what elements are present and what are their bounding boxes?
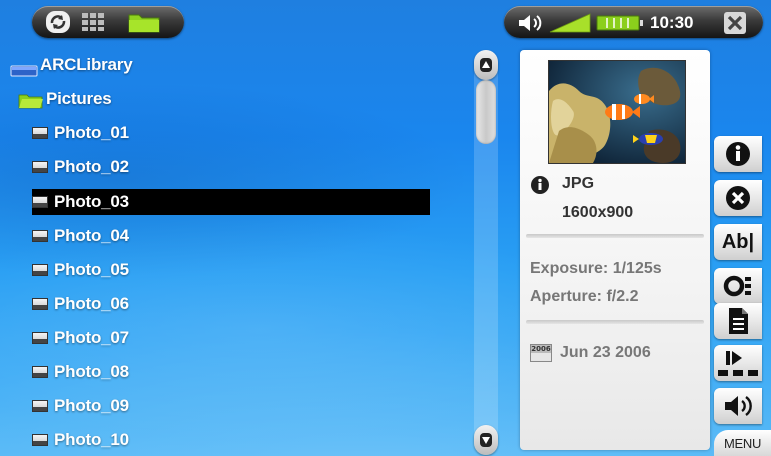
aperture-value: f/2.2 <box>606 288 639 305</box>
scroll-up-button[interactable] <box>474 50 498 80</box>
file-label: Photo_02 <box>54 157 129 176</box>
delete-button[interactable] <box>714 180 762 216</box>
photo-thumbnail <box>548 60 686 164</box>
exposure-label: Exposure: <box>530 260 609 277</box>
image-file-icon <box>32 400 48 412</box>
file-item[interactable]: Photo_10 <box>32 427 129 453</box>
exposure-row: Exposure: 1/125s <box>530 260 662 278</box>
sound-icon <box>725 396 752 416</box>
file-item[interactable]: Photo_08 <box>32 359 129 385</box>
file-label: Photo_05 <box>54 260 129 279</box>
folder-open-icon <box>18 91 44 109</box>
aperture-label: Aperture: <box>530 288 603 305</box>
image-file-icon <box>32 298 48 310</box>
menu-button[interactable]: MENU <box>714 430 771 456</box>
file-label: Photo_08 <box>54 362 129 381</box>
file-label: Photo_06 <box>54 294 129 313</box>
arrow-down-icon <box>480 433 492 447</box>
info-button[interactable] <box>714 136 762 172</box>
rename-label: Ab| <box>721 230 755 253</box>
file-label: Photo_10 <box>54 430 129 449</box>
slideshow-button[interactable] <box>714 345 762 381</box>
refresh-icon[interactable] <box>44 9 72 35</box>
file-item[interactable]: Photo_01 <box>32 120 129 146</box>
info-icon-small <box>530 175 550 195</box>
scroll-down-button[interactable] <box>474 425 498 455</box>
file-label: Photo_04 <box>54 226 129 245</box>
image-file-icon <box>32 127 48 139</box>
file-item[interactable]: Photo_04 <box>32 223 129 249</box>
file-label: Photo_07 <box>54 328 129 347</box>
image-file-icon <box>32 196 48 208</box>
document-button[interactable] <box>714 303 762 339</box>
tree-folder-item[interactable]: Pictures <box>18 86 112 112</box>
file-item[interactable]: Photo_09 <box>32 393 129 419</box>
calendar-year: 2006 <box>531 345 551 353</box>
tree-folder-label: Pictures <box>46 89 112 108</box>
image-resolution: 1600x900 <box>562 204 634 221</box>
file-label: Photo_03 <box>54 192 129 211</box>
scrollbar-thumb[interactable] <box>476 80 496 144</box>
file-label: Photo_01 <box>54 123 129 142</box>
menu-label: MENU <box>723 435 762 451</box>
file-item[interactable]: Photo_05 <box>32 257 129 283</box>
image-file-icon <box>32 366 48 378</box>
close-icon[interactable] <box>722 11 748 35</box>
rename-button[interactable]: Ab| <box>714 224 762 260</box>
signal-icon <box>548 12 592 34</box>
file-item[interactable]: Photo_06 <box>32 291 129 317</box>
file-label: Photo_09 <box>54 396 129 415</box>
exposure-value: 1/125s <box>612 260 662 277</box>
speaker-icon <box>516 12 546 34</box>
tree-root-item[interactable]: ARCLibrary <box>10 52 133 78</box>
document-icon <box>729 308 748 334</box>
image-file-icon <box>32 230 48 242</box>
clock: 10:30 <box>650 13 694 32</box>
file-item-selected[interactable]: Photo_03 <box>32 189 430 215</box>
file-item[interactable]: Photo_07 <box>32 325 129 351</box>
photo-date: Jun 23 2006 <box>560 344 651 361</box>
drive-icon <box>10 59 38 77</box>
battery-icon <box>596 13 646 33</box>
divider <box>526 234 704 238</box>
slideshow-icon <box>718 351 758 376</box>
arrow-up-icon <box>480 58 492 72</box>
image-file-icon <box>32 264 48 276</box>
info-panel: JPG 1600x900 Exposure: 1/125s Aperture: … <box>520 50 710 450</box>
delete-icon <box>726 186 750 210</box>
calendar-icon: 2006 <box>530 344 552 362</box>
image-file-icon <box>32 161 48 173</box>
sound-button[interactable] <box>714 388 762 424</box>
divider <box>526 320 704 324</box>
image-file-icon <box>32 434 48 446</box>
tree-root-label: ARCLibrary <box>40 55 133 74</box>
folder-icon[interactable] <box>126 11 162 35</box>
info-icon <box>726 142 750 166</box>
image-file-icon <box>32 332 48 344</box>
toggle-button[interactable] <box>714 268 762 304</box>
file-format: JPG <box>562 175 595 192</box>
toggle-icon <box>723 275 751 297</box>
aperture-row: Aperture: f/2.2 <box>530 288 638 306</box>
file-item[interactable]: Photo_02 <box>32 154 129 180</box>
grid-icon[interactable] <box>80 11 106 33</box>
